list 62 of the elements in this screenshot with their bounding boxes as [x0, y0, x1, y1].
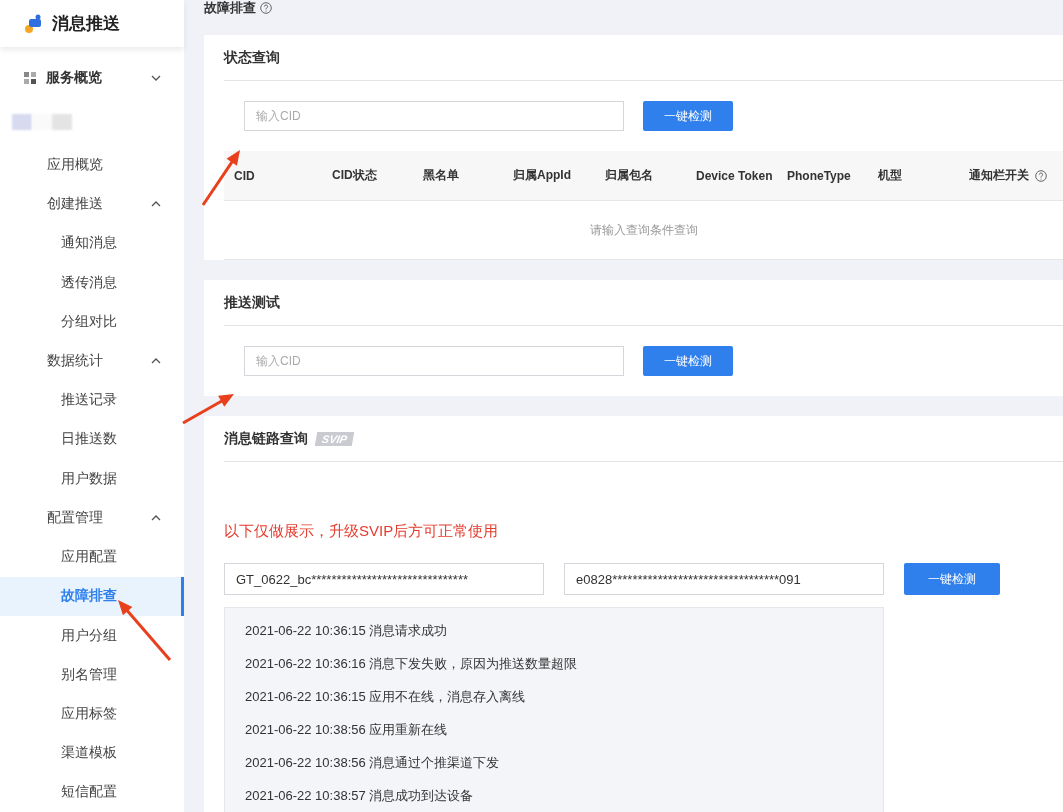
column-header: PhoneType	[787, 168, 851, 183]
brand-title: 消息推送	[52, 13, 120, 36]
help-icon	[260, 1, 272, 14]
nav-item[interactable]: 分组对比	[0, 302, 184, 342]
check-button[interactable]: 一键检测	[643, 101, 733, 131]
nav-item[interactable]: 应用配置	[0, 537, 184, 577]
chevron-up-icon	[151, 514, 161, 521]
nav-label: 创建推送	[47, 195, 103, 214]
annotation-arrow	[118, 600, 172, 661]
nav-label: 数据统计	[47, 352, 103, 370]
column-header: 归属包名	[605, 167, 653, 184]
column-header: 归属AppId	[513, 167, 571, 184]
panel-title: 消息链路查询	[224, 429, 308, 448]
help-icon	[1035, 169, 1047, 182]
cid-input[interactable]: 输入CID	[244, 101, 624, 131]
nav-item[interactable]: 用户数据	[0, 459, 184, 499]
blurred-block	[12, 113, 32, 130]
nav-item[interactable]: 应用概览	[0, 145, 184, 185]
nav-group[interactable]: 创建推送	[0, 184, 184, 224]
nav-item[interactable]: 用户分组	[0, 615, 184, 656]
nav-label: 服务概览	[46, 68, 102, 87]
nav-label: 配置管理	[47, 508, 103, 527]
panel-title: 状态查询	[224, 48, 280, 67]
nav-item[interactable]: 渠道模板	[0, 733, 184, 773]
nav-item[interactable]: 推送记录	[0, 380, 184, 420]
nav-item[interactable]: 应用标签	[0, 694, 184, 734]
chevron-up-icon	[151, 201, 161, 208]
cid-input[interactable]: GT_0622_bc*******************************	[224, 563, 544, 595]
upgrade-notice: 以下仅做展示，升级SVIP后方可正常使用	[224, 522, 500, 541]
chevron-up-icon	[151, 358, 161, 364]
column-header: Device Token	[696, 168, 773, 183]
page-title: 故障排查	[204, 0, 256, 17]
column-header: 黑名单	[423, 167, 459, 184]
nav-item[interactable]: 短信配置	[0, 772, 184, 812]
empty-message: 请输入查询条件查询	[589, 221, 698, 239]
chevron-down-icon	[151, 74, 161, 81]
check-button[interactable]: 一键检测	[904, 563, 1000, 595]
nav-item[interactable]: 别名管理	[0, 655, 184, 695]
nav-item[interactable]: 通知消息	[0, 223, 184, 263]
nav-item[interactable]: 日推送数	[0, 419, 184, 460]
blurred-block	[52, 113, 72, 130]
nav-item[interactable]: 透传消息	[0, 262, 184, 303]
log-line: 2021-06-22 10:38:56 应用重新在线	[245, 721, 449, 738]
nav-group[interactable]: 数据统计	[0, 341, 184, 381]
log-line: 2021-06-22 10:36:15 消息请求成功	[245, 622, 449, 639]
column-header: CID	[234, 168, 255, 183]
column-header: 通知栏开关	[969, 167, 1029, 184]
cid-input[interactable]: 输入CID	[244, 346, 624, 376]
nav-item[interactable]: 故障排查	[0, 576, 184, 616]
column-header: CID状态	[332, 167, 377, 184]
annotation-arrow	[182, 394, 234, 425]
nav-section[interactable]: 服务概览	[0, 57, 184, 99]
column-header: 机型	[878, 167, 902, 184]
task-id-input[interactable]: e0828*********************************091	[564, 563, 884, 595]
log-line: 2021-06-22 10:38:56 消息通过个推渠道下发	[245, 754, 501, 771]
check-button[interactable]: 一键检测	[643, 346, 733, 376]
log-line: 2021-06-22 10:38:57 消息成功到达设备	[245, 787, 475, 804]
panel-title: 推送测试	[224, 293, 280, 312]
log-line: 2021-06-22 10:36:16 消息下发失败，原因为推送数量超限	[245, 655, 579, 672]
grid-icon	[24, 71, 36, 84]
nav-group[interactable]: 配置管理	[0, 498, 184, 538]
log-line: 2021-06-22 10:36:15 应用不在线，消息存入离线	[245, 688, 527, 705]
